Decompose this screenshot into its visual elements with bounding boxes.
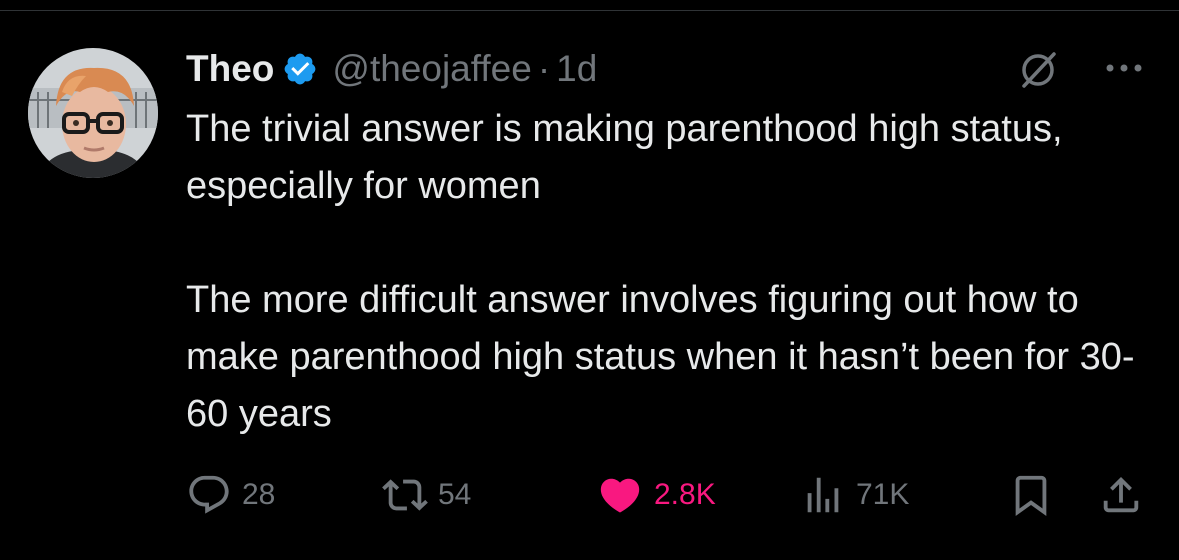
share-button[interactable] — [1098, 470, 1144, 520]
tweet-text: The trivial answer is making parenthood … — [186, 101, 1146, 443]
tweet-paragraph: The more difficult answer involves figur… — [186, 279, 1135, 435]
like-count: 2.8K — [654, 478, 716, 511]
views-count: 71K — [856, 478, 910, 511]
grok-icon[interactable] — [1018, 50, 1058, 90]
tweet-timestamp[interactable]: 1d — [556, 48, 597, 90]
verified-badge-icon[interactable] — [282, 51, 318, 87]
separator-dot: · — [537, 48, 551, 89]
views-icon — [800, 472, 846, 518]
top-divider — [0, 10, 1179, 11]
bookmark-button[interactable] — [1008, 470, 1054, 520]
like-button[interactable]: 2.8K — [596, 470, 716, 520]
repost-button[interactable]: 54 — [382, 470, 471, 520]
action-bar: 28 54 2.8K 71K — [186, 470, 1146, 520]
more-icon[interactable] — [1100, 56, 1148, 80]
repost-count: 54 — [438, 478, 472, 511]
reply-button[interactable]: 28 — [186, 470, 275, 520]
avatar[interactable] — [28, 48, 158, 178]
heart-icon — [596, 472, 644, 518]
reply-icon — [186, 472, 232, 518]
reply-count: 28 — [242, 478, 276, 511]
repost-icon — [382, 472, 428, 518]
views-button[interactable]: 71K — [800, 470, 909, 520]
avatar-image — [28, 48, 158, 178]
tweet-paragraph: The trivial answer is making parenthood … — [186, 108, 1063, 207]
author-handle[interactable]: @theojaffee — [332, 48, 531, 90]
tweet-header: Theo @theojaffee · 1d — [186, 44, 597, 94]
share-icon — [1098, 472, 1144, 518]
bookmark-icon — [1008, 472, 1054, 518]
author-display-name[interactable]: Theo — [186, 48, 274, 90]
